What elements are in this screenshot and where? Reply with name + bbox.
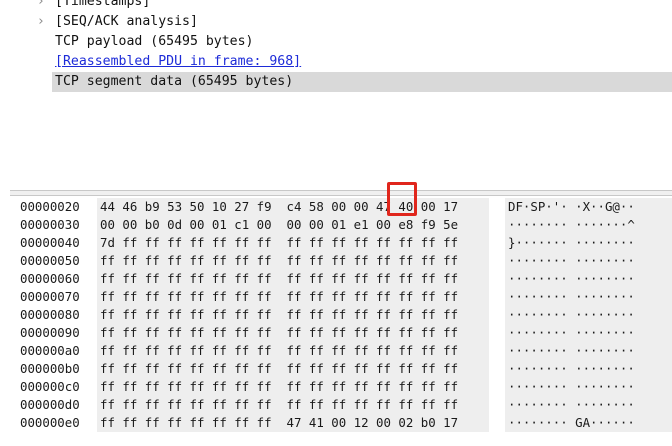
hex-offset: 00000030 [20, 217, 80, 232]
chevron-right-icon[interactable]: › [34, 0, 48, 12]
tree-item-tcp-segment-data[interactable]: TCP segment data (65495 bytes) [10, 72, 672, 92]
ascii-bytes[interactable]: ········ ·······^ [508, 216, 635, 234]
ascii-bytes[interactable]: ········ ········ [508, 270, 635, 288]
tree-item-label: TCP payload (65495 bytes) [55, 34, 254, 49]
ascii-bytes[interactable]: }······· ········ [508, 234, 635, 252]
ascii-bytes[interactable]: DF·SP·'· ·X··G@·· [508, 198, 635, 216]
annotation-highlight-box [387, 182, 417, 216]
hex-row[interactable]: 00000060 ff ff ff ff ff ff ff ff ff ff ff… [10, 270, 672, 288]
hex-row[interactable]: 00000040 7d ff ff ff ff ff ff ff ff ff ff… [10, 234, 672, 252]
hex-bytes[interactable]: 00 00 b0 0d 00 01 c1 00 00 00 01 e1 00 e… [100, 216, 458, 234]
chevron-right-icon[interactable]: › [34, 12, 48, 32]
hex-offset: 00000080 [20, 307, 80, 322]
hex-offset: 00000040 [20, 235, 80, 250]
tree-item-label: [SEQ/ACK analysis] [55, 14, 198, 29]
hex-bytes[interactable]: ff ff ff ff ff ff ff ff ff ff ff ff ff f… [100, 288, 458, 306]
ascii-bytes[interactable]: ········ ········ [508, 396, 635, 414]
hex-bytes[interactable]: ff ff ff ff ff ff ff ff ff ff ff ff ff f… [100, 396, 458, 414]
tree-item-label: [Timestamps] [55, 0, 151, 9]
tree-item-seq-ack-analysis[interactable]: › [SEQ/ACK analysis] [10, 12, 672, 32]
hex-bytes[interactable]: ff ff ff ff ff ff ff ff 47 41 00 12 00 0… [100, 414, 458, 432]
hex-bytes[interactable]: ff ff ff ff ff ff ff ff ff ff ff ff ff f… [100, 306, 458, 324]
hex-offset: 00000070 [20, 289, 80, 304]
ascii-bytes[interactable]: ········ ········ [508, 360, 635, 378]
hex-offset: 00000090 [20, 325, 80, 340]
hex-row[interactable]: 000000e0 ff ff ff ff ff ff ff ff 47 41 00… [10, 414, 672, 432]
ascii-bytes[interactable]: ········ ········ [508, 306, 635, 324]
hex-row[interactable]: 00000070 ff ff ff ff ff ff ff ff ff ff ff… [10, 288, 672, 306]
hex-bytes[interactable]: ff ff ff ff ff ff ff ff ff ff ff ff ff f… [100, 378, 458, 396]
ascii-bytes[interactable]: ········ ········ [508, 342, 635, 360]
hex-row[interactable]: 00000080 ff ff ff ff ff ff ff ff ff ff ff… [10, 306, 672, 324]
reassembled-pdu-link[interactable]: [Reassembled PDU in frame: 968] [55, 52, 301, 72]
ascii-bytes[interactable]: ········ ········ [508, 288, 635, 306]
hex-offset: 000000a0 [20, 343, 80, 358]
hex-row[interactable]: 000000d0 ff ff ff ff ff ff ff ff ff ff ff… [10, 396, 672, 414]
ascii-bytes[interactable]: ········ ········ [508, 378, 635, 396]
hex-row[interactable]: 00000050 ff ff ff ff ff ff ff ff ff ff ff… [10, 252, 672, 270]
hex-offset: 000000e0 [20, 415, 80, 430]
hex-offset: 000000c0 [20, 379, 80, 394]
hex-bytes[interactable]: ff ff ff ff ff ff ff ff ff ff ff ff ff f… [100, 270, 458, 288]
hex-offset: 00000020 [20, 199, 80, 214]
hex-bytes[interactable]: ff ff ff ff ff ff ff ff ff ff ff ff ff f… [100, 252, 458, 270]
hex-bytes[interactable]: 7d ff ff ff ff ff ff ff ff ff ff ff ff f… [100, 234, 458, 252]
ascii-bytes[interactable]: ········ ········ [508, 324, 635, 342]
hex-row[interactable]: 000000b0 ff ff ff ff ff ff ff ff ff ff ff… [10, 360, 672, 378]
hex-row[interactable]: 000000c0 ff ff ff ff ff ff ff ff ff ff ff… [10, 378, 672, 396]
hex-row[interactable]: 00000030 00 00 b0 0d 00 01 c1 00 00 00 01… [10, 216, 672, 234]
hex-bytes[interactable]: ff ff ff ff ff ff ff ff ff ff ff ff ff f… [100, 360, 458, 378]
packet-details-pane[interactable]: › [Timestamps] › [SEQ/ACK analysis] TCP … [10, 0, 672, 190]
hex-offset: 000000d0 [20, 397, 80, 412]
tree-item-label: TCP segment data (65495 bytes) [55, 74, 294, 89]
hex-offset: 000000b0 [20, 361, 80, 376]
hex-bytes[interactable]: ff ff ff ff ff ff ff ff ff ff ff ff ff f… [100, 342, 458, 360]
hex-row[interactable]: 00000090 ff ff ff ff ff ff ff ff ff ff ff… [10, 324, 672, 342]
hex-offset: 00000060 [20, 271, 80, 286]
ascii-bytes[interactable]: ········ ········ [508, 252, 635, 270]
tree-item-timestamps[interactable]: › [Timestamps] [10, 0, 672, 12]
hex-row[interactable]: 000000a0 ff ff ff ff ff ff ff ff ff ff ff… [10, 342, 672, 360]
tree-item-reassembled-pdu[interactable]: [Reassembled PDU in frame: 968] [10, 52, 672, 72]
tree-item-tcp-payload[interactable]: TCP payload (65495 bytes) [10, 32, 672, 52]
hex-offset: 00000050 [20, 253, 80, 268]
hex-row[interactable]: 00000020 44 46 b9 53 50 10 27 f9 c4 58 00… [10, 198, 672, 216]
hex-bytes[interactable]: ff ff ff ff ff ff ff ff ff ff ff ff ff f… [100, 324, 458, 342]
ascii-bytes[interactable]: ········ GA······ [508, 414, 635, 432]
packet-bytes-pane[interactable]: 00000020 44 46 b9 53 50 10 27 f9 c4 58 00… [10, 196, 672, 446]
